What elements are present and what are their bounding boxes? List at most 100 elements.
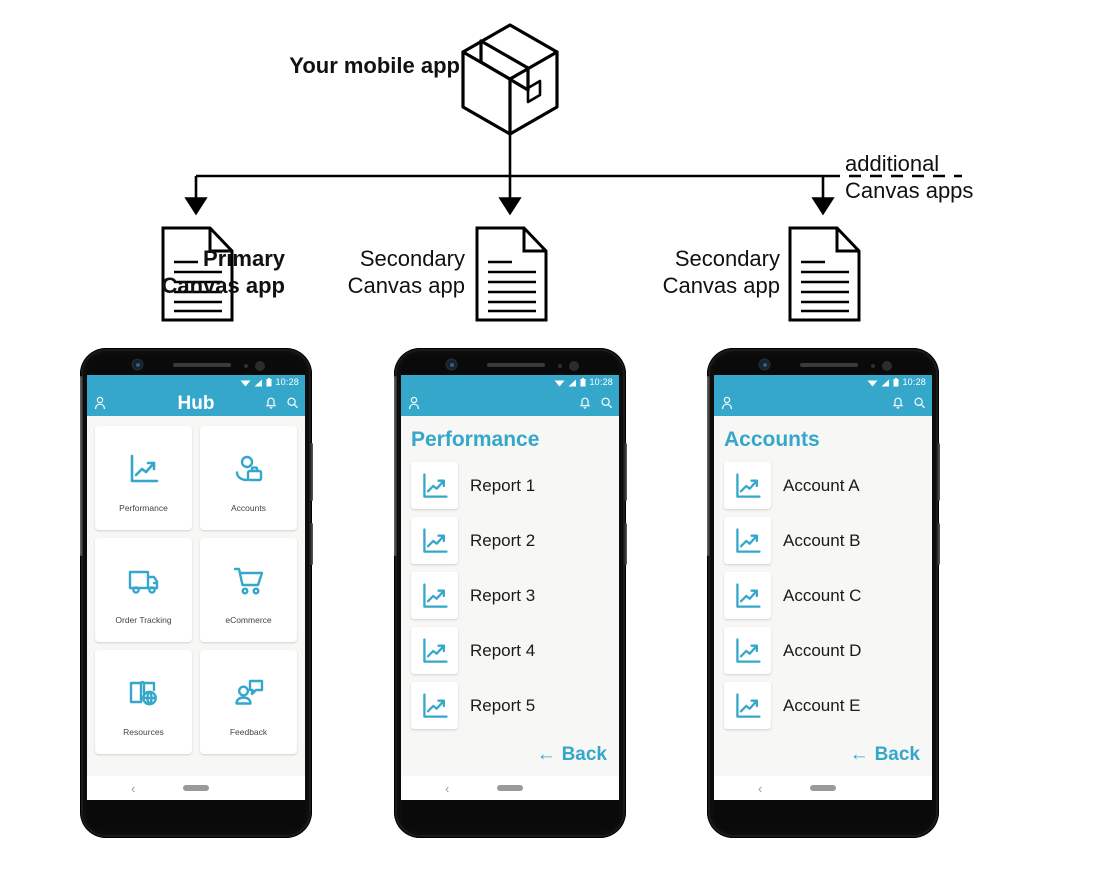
nav-home-indicator[interactable]	[497, 785, 523, 791]
book-globe-icon	[127, 668, 161, 718]
label-additional-line1: additional	[845, 151, 940, 176]
system-nav-bar: ‹	[401, 776, 619, 800]
tile-order-tracking[interactable]: Order Tracking	[95, 538, 192, 642]
list-item-label: Account D	[783, 640, 862, 660]
label-secondary-2-line1: Secondary	[674, 246, 780, 271]
label-your-mobile-app: Your mobile app	[289, 53, 460, 78]
app-bar	[714, 390, 932, 416]
account-list: Account A Account B Account C Account D …	[714, 458, 932, 733]
app-bar: Hub	[87, 390, 305, 416]
nav-back-icon[interactable]: ‹	[445, 782, 449, 795]
person-icon[interactable]	[408, 396, 420, 410]
back-arrow-icon: ←	[849, 744, 869, 765]
list-item[interactable]: Report 3	[401, 568, 619, 623]
light-sensor-icon	[255, 361, 265, 371]
wifi-icon	[554, 380, 565, 386]
list-item[interactable]: Account C	[714, 568, 932, 623]
list-item[interactable]: Account A	[714, 458, 932, 513]
chart-trend-icon	[724, 572, 771, 619]
truck-icon	[127, 556, 161, 606]
wifi-icon	[240, 380, 251, 386]
list-item[interactable]: Report 1	[401, 458, 619, 513]
person-icon[interactable]	[721, 396, 733, 410]
camera-icon	[447, 360, 456, 369]
tile-accounts[interactable]: Accounts	[200, 426, 297, 530]
proximity-sensor-icon	[558, 364, 562, 368]
hub-tile-grid: Performance Accounts Order Tracking eCom…	[87, 416, 305, 762]
label-additional-canvas-apps: additional Canvas apps	[845, 150, 1090, 204]
bell-icon[interactable]	[579, 396, 591, 410]
tile-label: Order Tracking	[115, 614, 172, 625]
person-speech-icon	[232, 668, 266, 718]
page-title: Accounts	[724, 428, 820, 451]
app-bar-actions	[892, 396, 926, 410]
search-icon[interactable]	[600, 396, 613, 410]
list-item[interactable]: Account E	[714, 678, 932, 733]
list-item[interactable]: Account D	[714, 623, 932, 678]
back-button[interactable]: ← Back	[401, 733, 619, 764]
bell-icon[interactable]	[265, 396, 277, 410]
phone-accounts: 10:28 Accounts Account A Account B Accou…	[707, 348, 940, 838]
app-bar	[401, 390, 619, 416]
earpiece-speaker	[800, 363, 858, 367]
tile-label: Feedback	[229, 726, 268, 737]
list-item-label: Account E	[783, 695, 861, 715]
list-item-label: Report 2	[470, 530, 536, 550]
battery-icon	[266, 378, 272, 387]
phone-bottom-bezel	[714, 800, 932, 831]
volume-button[interactable]	[937, 523, 940, 565]
tile-label: Performance	[119, 502, 168, 513]
chart-trend-icon	[724, 462, 771, 509]
list-item-label: Account C	[783, 585, 862, 605]
chart-trend-icon	[411, 682, 458, 729]
list-item[interactable]: Report 4	[401, 623, 619, 678]
label-secondary-canvas-app-2: Secondary Canvas app	[545, 245, 780, 299]
phone-top-bezel	[714, 355, 932, 375]
status-time: 10:28	[902, 377, 926, 387]
tile-resources[interactable]: Resources	[95, 650, 192, 754]
diagram-canvas: Your mobile app Primary Canvas app Secon…	[0, 0, 1103, 882]
app-bar-actions	[265, 396, 299, 410]
box-icon	[461, 23, 559, 136]
phone-bottom-bezel	[87, 800, 305, 831]
list-item-label: Account B	[783, 530, 861, 550]
shopping-cart-icon	[232, 556, 266, 606]
wifi-icon	[867, 380, 878, 386]
back-button[interactable]: ← Back	[714, 733, 932, 764]
proximity-sensor-icon	[244, 364, 248, 368]
volume-button[interactable]	[624, 523, 627, 565]
volume-button[interactable]	[310, 523, 313, 565]
list-item-label: Account A	[783, 475, 860, 495]
power-button[interactable]	[937, 443, 940, 501]
tile-label: Resources	[123, 726, 164, 737]
light-sensor-icon	[569, 361, 579, 371]
list-item[interactable]: Account B	[714, 513, 932, 568]
list-item-label: Report 5	[470, 695, 536, 715]
power-button[interactable]	[310, 443, 313, 501]
nav-home-indicator[interactable]	[183, 785, 209, 791]
list-item[interactable]: Report 2	[401, 513, 619, 568]
label-secondary-1-line1: Secondary	[359, 246, 465, 271]
tile-feedback[interactable]: Feedback	[200, 650, 297, 754]
report-list: Report 1 Report 2 Report 3 Report 4 Repo…	[401, 458, 619, 733]
chart-trend-icon	[724, 517, 771, 564]
tile-performance[interactable]: Performance	[95, 426, 192, 530]
search-icon[interactable]	[913, 396, 926, 410]
chart-trend-icon	[127, 444, 161, 494]
label-secondary-canvas-app-1: Secondary Canvas app	[230, 245, 465, 299]
nav-back-icon[interactable]: ‹	[758, 782, 762, 795]
tile-label: eCommerce	[225, 614, 272, 625]
search-icon[interactable]	[286, 396, 299, 410]
chart-trend-icon	[411, 572, 458, 619]
chart-trend-icon	[724, 627, 771, 674]
document-icon-secondary-2	[788, 226, 861, 322]
bell-icon[interactable]	[892, 396, 904, 410]
phone-performance: 10:28 Performance Report 1 Report 2 Repo…	[394, 348, 627, 838]
list-item[interactable]: Report 5	[401, 678, 619, 733]
power-button[interactable]	[624, 443, 627, 501]
camera-icon	[133, 360, 142, 369]
tile-ecommerce[interactable]: eCommerce	[200, 538, 297, 642]
system-nav-bar: ‹	[87, 776, 305, 800]
nav-back-icon[interactable]: ‹	[131, 782, 135, 795]
nav-home-indicator[interactable]	[810, 785, 836, 791]
